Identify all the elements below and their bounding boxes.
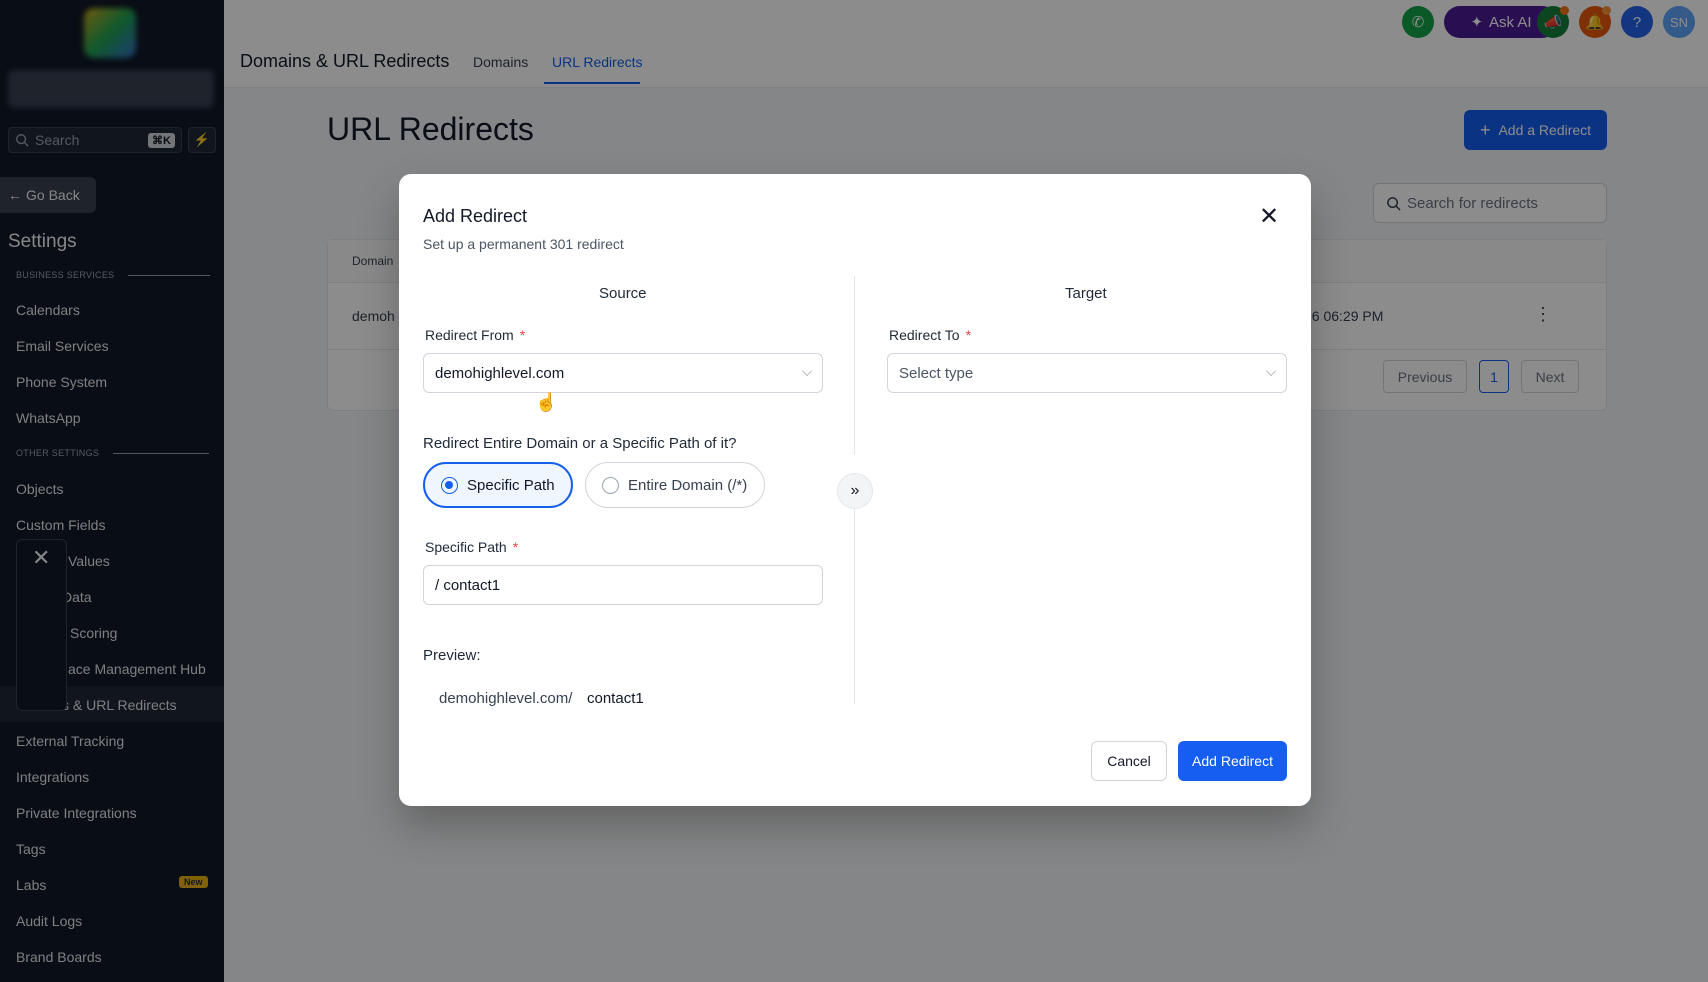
redirect-to-placeholder: Select type: [899, 364, 974, 382]
specific-path-label-text: Specific Path: [425, 539, 507, 555]
redirect-from-label-text: Redirect From: [425, 327, 514, 343]
redirect-from-label: Redirect From *: [425, 327, 525, 343]
required-mark: *: [512, 539, 519, 555]
double-chevron-right-icon[interactable]: »: [837, 473, 873, 509]
specific-path-value: / contact1: [435, 576, 501, 594]
hand-cursor-icon: ☝: [535, 392, 558, 412]
chevron-down-icon: [802, 366, 812, 376]
radio-indicator: [602, 476, 619, 494]
required-mark: *: [519, 327, 526, 343]
chevron-down-icon: [1266, 366, 1276, 376]
radio-specific-path[interactable]: Specific Path: [423, 462, 573, 508]
redirect-from-value: demohighlevel.com: [435, 364, 565, 382]
redirect-to-label: Redirect To *: [889, 327, 971, 343]
preview-domain: demohighlevel.com/: [439, 690, 573, 707]
specific-path-input[interactable]: / contact1: [423, 565, 823, 605]
target-heading: Target: [1065, 285, 1107, 302]
source-heading: Source: [599, 285, 647, 302]
radio-entire-domain-label: Entire Domain (/*): [628, 476, 748, 494]
add-redirect-button[interactable]: Add Redirect: [1178, 741, 1287, 781]
modal-title: Add Redirect: [423, 206, 528, 226]
add-redirect-modal: Add Redirect Set up a permanent 301 redi…: [399, 174, 1311, 806]
radio-specific-path-label: Specific Path: [467, 476, 555, 494]
specific-path-label: Specific Path *: [425, 539, 518, 555]
preview-label: Preview:: [423, 647, 481, 664]
close-icon[interactable]: ✕: [1259, 202, 1279, 231]
redirect-to-select[interactable]: Select type: [887, 353, 1287, 393]
redirect-to-label-text: Redirect To: [889, 327, 960, 343]
required-mark: *: [965, 327, 972, 343]
redirect-from-select[interactable]: demohighlevel.com: [423, 353, 823, 393]
cancel-button[interactable]: Cancel: [1091, 741, 1167, 781]
modal-subtitle: Set up a permanent 301 redirect: [423, 236, 624, 252]
preview-path: contact1: [587, 690, 644, 707]
scope-question: Redirect Entire Domain or a Specific Pat…: [423, 435, 737, 452]
radio-entire-domain[interactable]: Entire Domain (/*): [585, 462, 765, 508]
radio-indicator-checked: [441, 476, 458, 494]
